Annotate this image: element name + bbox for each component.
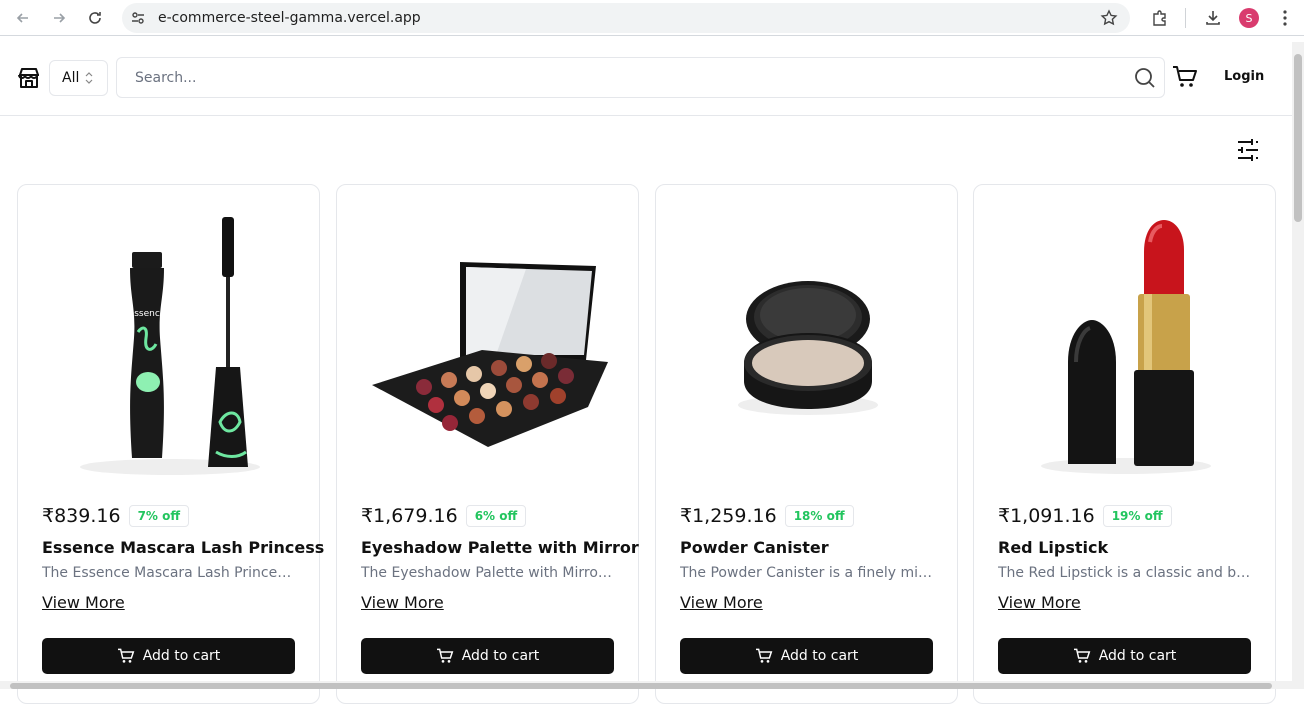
discount-badge: 6% off: [465, 505, 527, 527]
add-to-cart-label: Add to cart: [780, 648, 859, 664]
back-icon[interactable]: [11, 6, 35, 30]
login-button[interactable]: Login: [1224, 69, 1264, 84]
cart-icon: [117, 648, 135, 663]
product-title: Essence Mascara Lash Princess: [42, 538, 325, 557]
product-card: essence ₹839.16 7% off Essence Mascara L…: [17, 184, 324, 704]
product-price: ₹1,259.16: [680, 505, 777, 527]
add-to-cart-label: Add to cart: [461, 648, 540, 664]
cart-icon: [1073, 648, 1091, 663]
vertical-scroll-thumb[interactable]: [1294, 54, 1302, 222]
discount-badge: 19% off: [1102, 505, 1172, 527]
product-image-powder-compact[interactable]: [680, 207, 935, 487]
url-text: e-commerce-steel-gamma.vercel.app: [158, 10, 421, 26]
add-to-cart-button[interactable]: Add to cart: [680, 638, 933, 674]
product-card: ₹1,679.16 6% off Eyeshadow Palette with …: [336, 184, 639, 704]
product-price: ₹839.16: [42, 505, 121, 527]
chevron-up-down-icon: [85, 71, 93, 89]
product-image-mascara[interactable]: essence: [42, 207, 297, 487]
cart-icon: [755, 648, 773, 663]
store-logo-icon[interactable]: [16, 66, 42, 94]
product-price: ₹1,091.16: [998, 505, 1095, 527]
product-description: The Powder Canister is a finely milled…: [680, 565, 934, 581]
product-card: ₹1,259.16 18% off Powder Canister The Po…: [655, 184, 958, 704]
view-more-link[interactable]: View More: [361, 593, 444, 612]
toolbar-divider: [1185, 8, 1186, 28]
view-more-link[interactable]: View More: [998, 593, 1081, 612]
price-row: ₹1,091.16 19% off: [998, 505, 1172, 527]
address-bar[interactable]: e-commerce-steel-gamma.vercel.app: [122, 3, 1130, 33]
price-row: ₹1,259.16 18% off: [680, 505, 854, 527]
category-select[interactable]: All: [49, 60, 108, 96]
add-to-cart-button[interactable]: Add to cart: [42, 638, 295, 674]
product-price: ₹1,679.16: [361, 505, 458, 527]
site-header: All Login: [0, 40, 1304, 116]
mascara-brand-text: essence: [128, 309, 165, 319]
download-icon[interactable]: [1201, 6, 1225, 30]
search-icon[interactable]: [1134, 67, 1156, 93]
product-title: Eyeshadow Palette with Mirror: [361, 538, 639, 557]
add-to-cart-button[interactable]: Add to cart: [361, 638, 614, 674]
bookmark-star-icon[interactable]: [1100, 9, 1118, 31]
profile-avatar[interactable]: S: [1239, 8, 1259, 28]
cart-icon[interactable]: [1172, 65, 1198, 93]
product-description: The Red Lipstick is a classic and bold…: [998, 565, 1252, 581]
reload-icon[interactable]: [83, 6, 107, 30]
browser-toolbar: e-commerce-steel-gamma.vercel.app S: [0, 0, 1304, 36]
price-row: ₹839.16 7% off: [42, 505, 190, 527]
cart-icon: [436, 648, 454, 663]
product-title: Red Lipstick: [998, 538, 1109, 557]
discount-badge: 18% off: [784, 505, 854, 527]
product-description: The Essence Mascara Lash Princess is …: [42, 565, 296, 581]
discount-badge: 7% off: [128, 505, 190, 527]
price-row: ₹1,679.16 6% off: [361, 505, 527, 527]
search-input[interactable]: [135, 58, 1115, 97]
product-card: ₹1,091.16 19% off Red Lipstick The Red L…: [973, 184, 1276, 704]
category-select-value: All: [62, 70, 80, 86]
product-image-eyeshadow-palette[interactable]: [361, 207, 616, 487]
product-description: The Eyeshadow Palette with Mirror…: [361, 565, 615, 581]
add-to-cart-label: Add to cart: [1098, 648, 1177, 664]
site-settings-icon[interactable]: [130, 10, 146, 30]
filter-sliders-icon[interactable]: [1236, 138, 1260, 166]
add-to-cart-label: Add to cart: [142, 648, 221, 664]
view-more-link[interactable]: View More: [42, 593, 125, 612]
extensions-icon[interactable]: [1148, 6, 1172, 30]
menu-kebab-icon[interactable]: [1273, 6, 1297, 30]
add-to-cart-button[interactable]: Add to cart: [998, 638, 1251, 674]
forward-icon[interactable]: [47, 6, 71, 30]
product-title: Powder Canister: [680, 538, 829, 557]
view-more-link[interactable]: View More: [680, 593, 763, 612]
horizontal-scroll-thumb[interactable]: [10, 683, 1272, 689]
search-box: [116, 57, 1165, 98]
product-image-lipstick[interactable]: [998, 207, 1253, 487]
